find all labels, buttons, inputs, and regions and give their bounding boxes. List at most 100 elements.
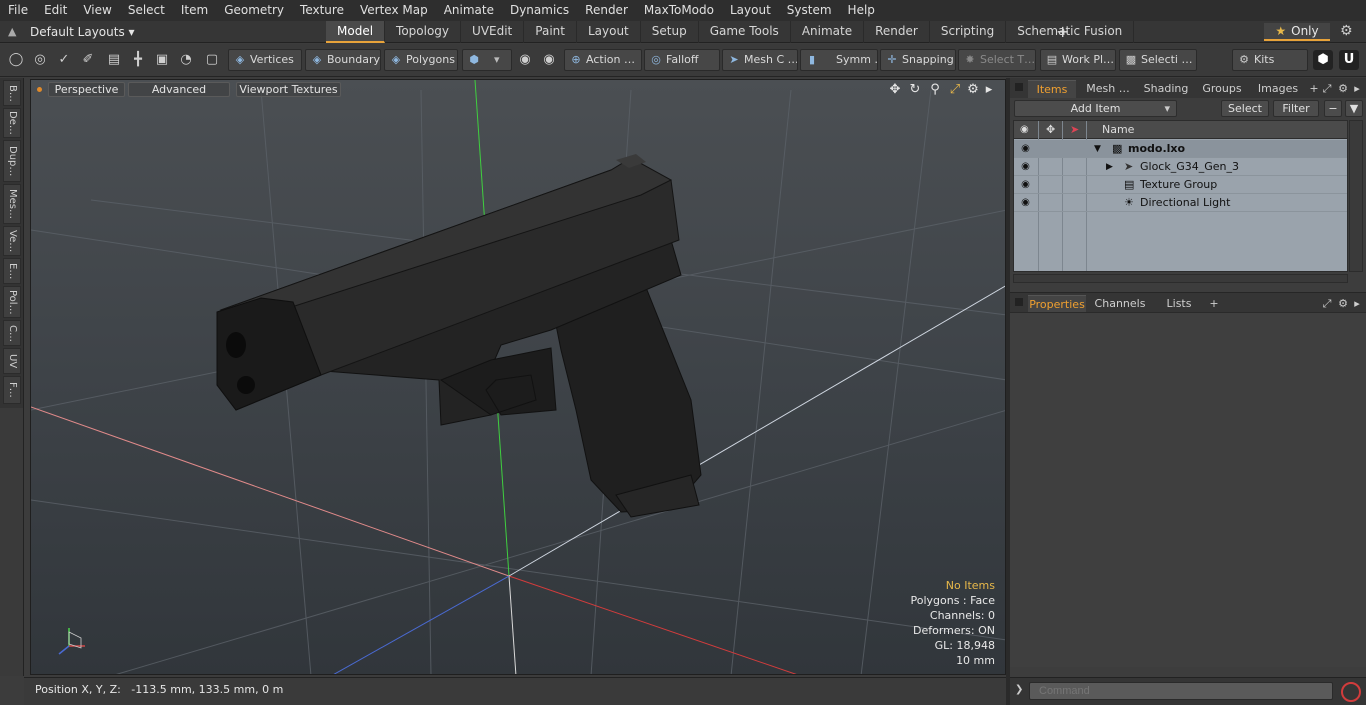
menu-item[interactable]: Item: [173, 0, 216, 21]
properties-expand-icon[interactable]: ⤢: [1320, 295, 1334, 313]
left-tab-edge[interactable]: E…: [3, 258, 21, 284]
menu-file[interactable]: File: [0, 0, 36, 21]
tab-render[interactable]: Render: [864, 21, 930, 43]
polygons-button[interactable]: ◈ Polygons: [384, 49, 458, 71]
command-input[interactable]: [1029, 682, 1333, 700]
menu-select[interactable]: Select: [120, 0, 173, 21]
menu-dynamics[interactable]: Dynamics: [502, 0, 577, 21]
tab-scripting[interactable]: Scripting: [930, 21, 1007, 43]
selection-sets-button[interactable]: ▩ Selecti …: [1119, 49, 1197, 71]
collapse-icon[interactable]: −: [1324, 100, 1342, 117]
properties-menu-icon[interactable]: [1015, 298, 1023, 306]
tab-topology[interactable]: Topology: [385, 21, 462, 43]
menu-view[interactable]: View: [75, 0, 119, 21]
add-tab-button[interactable]: +: [1056, 22, 1069, 42]
layout-up-arrow-icon[interactable]: ▲: [8, 25, 22, 39]
mesh-constraints-button[interactable]: ➤ Mesh C …: [722, 49, 798, 71]
advanced-button[interactable]: Advanced: [128, 82, 230, 97]
filter-button[interactable]: Filter: [1273, 100, 1319, 117]
tab-shading[interactable]: Shading: [1140, 80, 1192, 98]
properties-settings-icon[interactable]: ⚙: [1336, 295, 1350, 313]
symmetry-icon[interactable]: ◉: [515, 50, 535, 70]
layouts-dropdown[interactable]: Default Layouts ▾: [30, 23, 135, 41]
tab-setup[interactable]: Setup: [641, 21, 699, 43]
dial-icon[interactable]: ◔: [176, 50, 196, 70]
menu-texture[interactable]: Texture: [292, 0, 352, 21]
tab-layout[interactable]: Layout: [577, 21, 641, 43]
left-tab-deform[interactable]: De…: [3, 108, 21, 138]
vertices-button[interactable]: ◈ Vertices: [228, 49, 302, 71]
center-icon[interactable]: ╋: [128, 50, 148, 70]
list-item-glock[interactable]: ◉ ▶ ➤ Glock_G34_Gen_3: [1014, 158, 1347, 176]
list-item-modo-lxo[interactable]: ◉ ▼ ▩ modo.lxo: [1014, 140, 1347, 158]
expand-panel-icon[interactable]: ⤢: [1320, 80, 1334, 98]
add-panel-tab-button[interactable]: +: [1308, 80, 1320, 98]
visibility-header-icon[interactable]: ◉: [1020, 124, 1029, 135]
only-button[interactable]: ★ Only: [1264, 23, 1330, 41]
menu-geometry[interactable]: Geometry: [216, 0, 292, 21]
left-tab-polygon[interactable]: Pol…: [3, 286, 21, 318]
item-list[interactable]: ◉ ✥ ➤ Name ◉ ▼ ▩ modo.lxo ◉ ▶ ➤ Glock_G3…: [1013, 120, 1348, 272]
unreal-icon[interactable]: U: [1339, 50, 1359, 70]
work-plane-button[interactable]: ▤ Work Pl…: [1040, 49, 1116, 71]
falloff-button[interactable]: ◎ Falloff: [644, 49, 720, 71]
select-through-button[interactable]: ✸ Select T…: [958, 49, 1036, 71]
tab-items[interactable]: Items: [1028, 80, 1076, 98]
record-macro-icon[interactable]: [1341, 682, 1361, 702]
eye-icon[interactable]: ◉: [1020, 143, 1031, 154]
lock-header-icon[interactable]: ✥: [1046, 123, 1055, 136]
pen-icon[interactable]: ✓: [54, 50, 74, 70]
tab-images[interactable]: Images: [1252, 80, 1304, 98]
left-tab-basic[interactable]: B…: [3, 80, 21, 106]
viewport-expand-arrow-icon[interactable]: ▸: [981, 82, 997, 98]
symmetry-button[interactable]: ▮ Symm …: [800, 49, 878, 71]
menu-system[interactable]: System: [779, 0, 840, 21]
tab-channels[interactable]: Channels: [1092, 295, 1148, 313]
tab-game-tools[interactable]: Game Tools: [699, 21, 791, 43]
viewport-settings-icon[interactable]: ⚙: [965, 82, 981, 98]
zoom-view-icon[interactable]: ⚲: [927, 82, 943, 98]
axes-header-icon[interactable]: ➤: [1070, 123, 1079, 136]
menu-edit[interactable]: Edit: [36, 0, 75, 21]
tab-groups[interactable]: Groups: [1196, 80, 1248, 98]
add-item-button[interactable]: Add Item ▾: [1014, 100, 1177, 117]
perspective-button[interactable]: Perspective: [48, 82, 125, 97]
item-list-hscrollbar[interactable]: [1013, 274, 1348, 283]
action-center-button[interactable]: ⊕ Action …: [564, 49, 642, 71]
collapse-arrow-icon[interactable]: ▼: [1094, 140, 1101, 158]
left-tab-mesh-edit[interactable]: Mes…: [3, 184, 21, 224]
tab-uvedit[interactable]: UVEdit: [461, 21, 525, 43]
tab-schematic-fusion[interactable]: Schematic Fusion: [1006, 21, 1135, 43]
material-mode-button[interactable]: ⬢ ▾: [462, 49, 512, 71]
gear-icon[interactable]: ⚙: [1340, 23, 1353, 39]
menu-vertex-map[interactable]: Vertex Map: [352, 0, 436, 21]
frame-icon[interactable]: ▣: [152, 50, 172, 70]
left-tab-uv[interactable]: UV: [3, 348, 21, 374]
eye-icon[interactable]: ◉: [1020, 179, 1031, 190]
tab-properties[interactable]: Properties: [1028, 295, 1086, 313]
maximize-view-icon[interactable]: ⤢: [947, 82, 963, 98]
tab-mesh[interactable]: Mesh …: [1080, 80, 1136, 98]
tab-paint[interactable]: Paint: [524, 21, 577, 43]
command-arrow-icon[interactable]: ❯: [1015, 684, 1023, 695]
snapping-button[interactable]: ✛ Snapping: [880, 49, 956, 71]
menu-maxtomodo[interactable]: MaxToModo: [636, 0, 722, 21]
left-tab-curve[interactable]: C…: [3, 320, 21, 346]
panel-arrow-icon[interactable]: ▸: [1351, 80, 1363, 98]
panel-menu-icon[interactable]: [1015, 83, 1023, 91]
kits-button[interactable]: ⚙ Kits: [1232, 49, 1308, 71]
left-tab-vertex[interactable]: Ve…: [3, 226, 21, 256]
funnel-icon[interactable]: ▼: [1345, 100, 1363, 117]
snap-element-icon[interactable]: ◉: [539, 50, 559, 70]
properties-arrow-icon[interactable]: ▸: [1351, 295, 1363, 313]
align-icon[interactable]: ▤: [104, 50, 124, 70]
expand-arrow-icon[interactable]: ▶: [1106, 158, 1113, 176]
viewport-options-dot[interactable]: [37, 87, 42, 92]
3d-viewport[interactable]: Perspective Advanced Viewport Textures ✥…: [30, 79, 1006, 675]
boundary-button[interactable]: ◈ Boundary: [305, 49, 381, 71]
viewport-textures-button[interactable]: Viewport Textures: [236, 82, 341, 97]
menu-layout[interactable]: Layout: [722, 0, 779, 21]
tab-animate[interactable]: Animate: [791, 21, 865, 43]
unity-icon[interactable]: ⬢: [1313, 50, 1333, 70]
eye-icon[interactable]: ◉: [1020, 197, 1031, 208]
